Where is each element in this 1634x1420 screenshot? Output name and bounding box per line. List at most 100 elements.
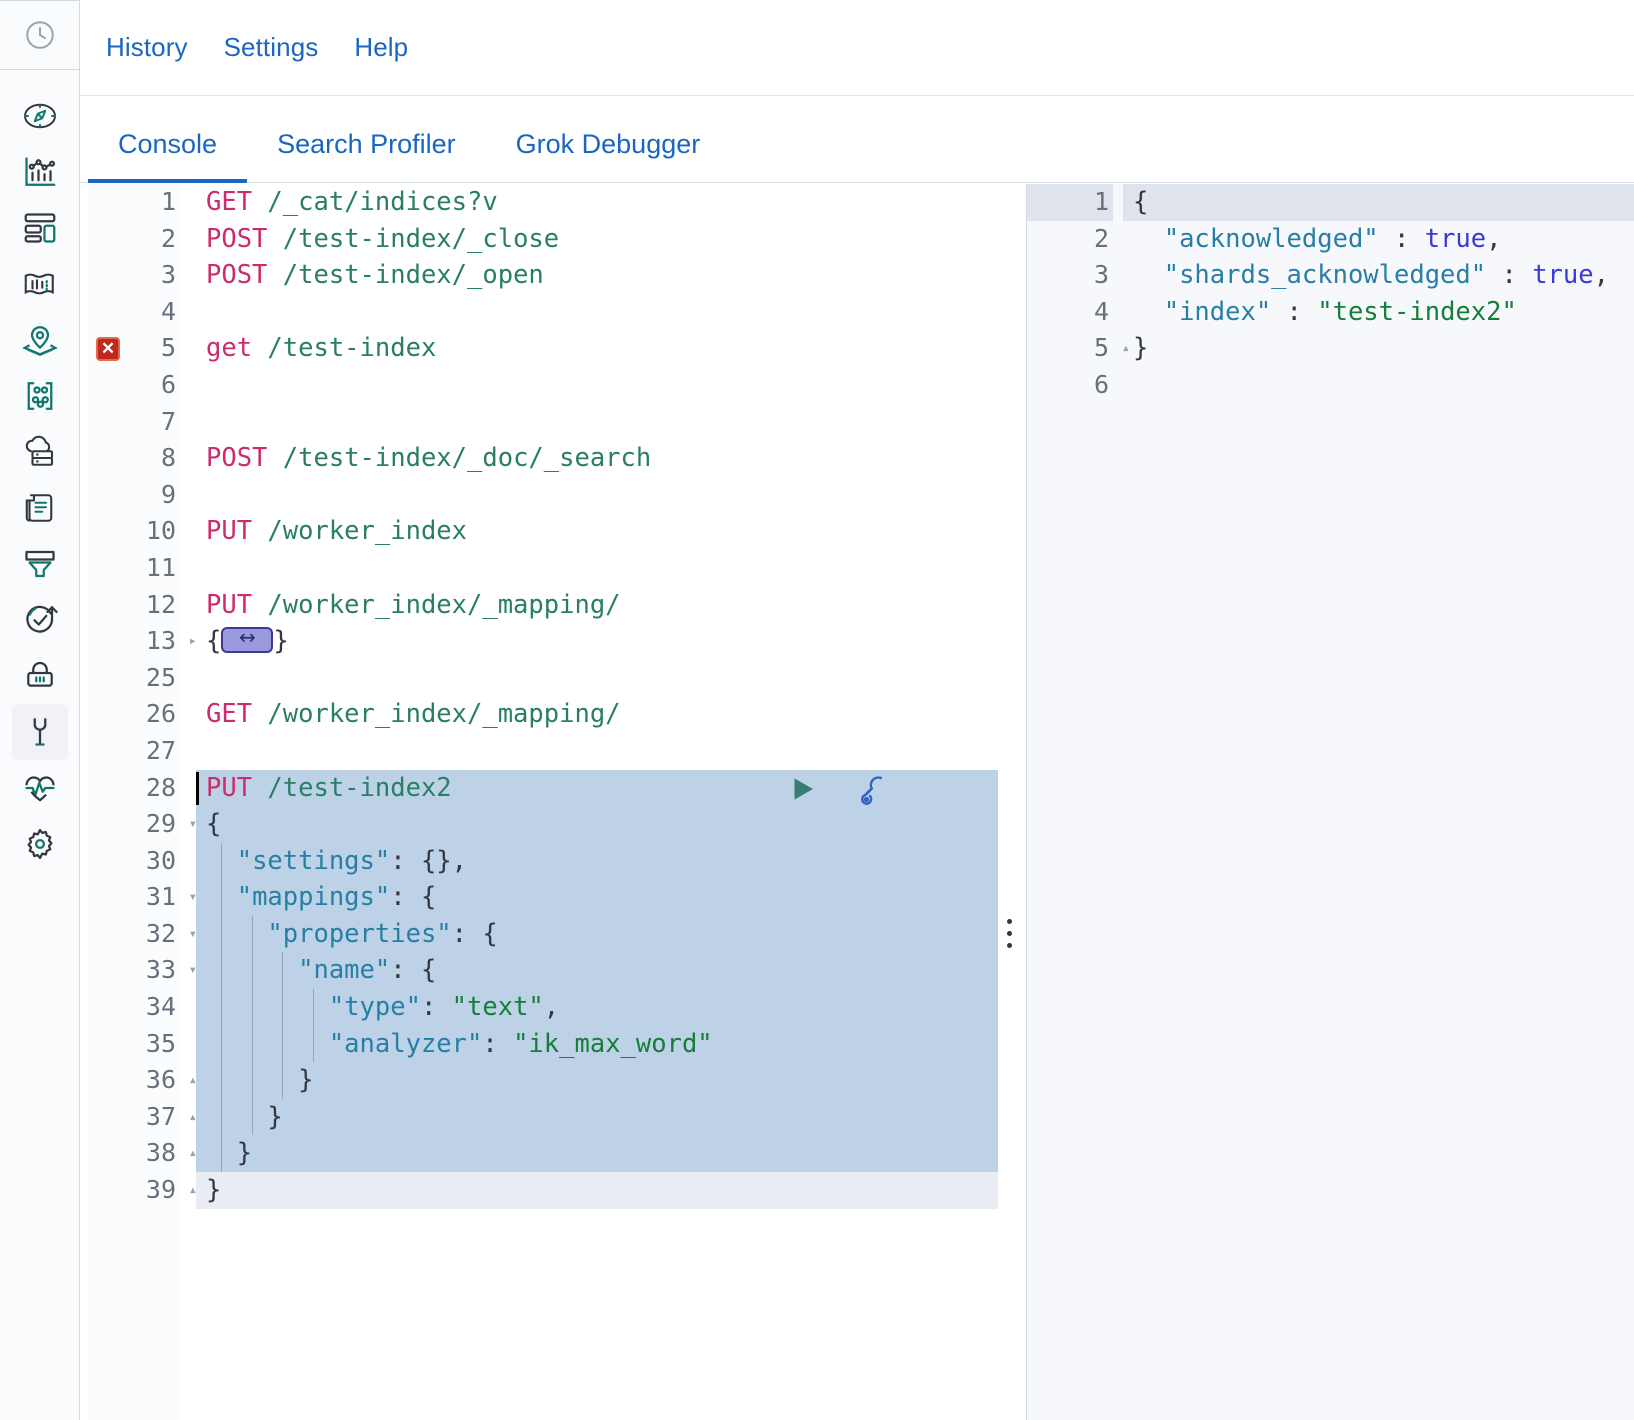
response-viewer-surface[interactable]: 1▾2 3 4 5▴6 { "acknowledged" : true, "shard… <box>1027 184 1634 1420</box>
gutter-line-3[interactable]: 3 <box>1027 257 1113 294</box>
gutter-line-28[interactable]: 28 <box>88 770 180 807</box>
gutter-line-25[interactable]: 25 <box>88 660 180 697</box>
code-line[interactable] <box>196 294 998 331</box>
response-viewer[interactable]: 1▾2 3 4 5▴6 { "acknowledged" : true, "shard… <box>1026 184 1634 1420</box>
code-line[interactable]: POST /test-index/_doc/_search <box>196 440 998 477</box>
request-editor[interactable]: 1 2 3 4 5 ✕ 6 7 8 9 10 11 12 13 ▸ 25 26 27 28 29 ▾ 30 31 ▾ 32 ▾ 33… <box>88 184 998 1420</box>
code-line[interactable]: "properties": { <box>196 915 998 953</box>
code-line[interactable]: GET /worker_index/_mapping/ <box>196 696 998 733</box>
fold-toggle-icon[interactable]: ▾ <box>181 952 197 989</box>
gutter-line-34[interactable]: 34 <box>88 989 180 1026</box>
code-line[interactable]: POST /test-index/_open <box>196 257 998 294</box>
gutter-line-10[interactable]: 10 <box>88 513 180 550</box>
visualize-icon[interactable] <box>12 144 68 200</box>
machine-learning-icon[interactable] <box>12 368 68 424</box>
gutter-line-13[interactable]: 13 ▸ <box>88 623 197 660</box>
gutter-line-12[interactable]: 12 <box>88 587 180 624</box>
code-line[interactable]: "type": "text", <box>196 989 998 1026</box>
gutter-line-29[interactable]: 29 ▾ <box>88 806 197 843</box>
gutter-line-33[interactable]: 33 ▾ <box>88 952 197 989</box>
tab-search-profiler[interactable]: Search Profiler <box>247 129 486 182</box>
gutter-line-1[interactable]: 1▾ <box>1027 184 1130 221</box>
code-line[interactable]: "mappings": { <box>196 879 998 916</box>
gutter-line-7[interactable]: 7 <box>88 404 180 441</box>
gutter-line-32[interactable]: 32 ▾ <box>88 916 197 953</box>
error-marker-icon[interactable]: ✕ <box>96 337 120 362</box>
code-line[interactable]: "settings": {}, <box>196 842 998 880</box>
code-line[interactable] <box>196 660 998 697</box>
fold-toggle-icon[interactable]: ▴ <box>181 1135 197 1172</box>
gutter-line-27[interactable]: 27 <box>88 733 180 770</box>
code-line[interactable] <box>196 477 998 514</box>
code-line[interactable]: "analyzer": "ik_max_word" <box>196 1025 998 1063</box>
gutter-line-4[interactable]: 4 <box>1027 294 1113 331</box>
code-line[interactable]: } <box>196 1135 998 1173</box>
gutter-line-36[interactable]: 36 ▴ <box>88 1062 197 1099</box>
tab-console[interactable]: Console <box>88 129 248 183</box>
gutter-line-35[interactable]: 35 <box>88 1026 180 1063</box>
gutter-line-37[interactable]: 37 ▴ <box>88 1099 197 1136</box>
discover-icon[interactable] <box>12 88 68 144</box>
fold-toggle-icon[interactable]: ▾ <box>181 916 197 953</box>
request-editor-code[interactable]: GET /_cat/indices?v POST /test-index/_clo… <box>196 184 998 1420</box>
dashboard-icon[interactable] <box>12 200 68 256</box>
tab-grok-debugger[interactable]: Grok Debugger <box>486 129 731 182</box>
uptime-icon[interactable] <box>12 592 68 648</box>
code-line[interactable]: } <box>196 1062 998 1099</box>
code-line[interactable]: POST /test-index/_close <box>196 221 998 258</box>
fold-toggle-icon[interactable]: ▾ <box>181 806 197 843</box>
menu-help[interactable]: Help <box>336 24 426 71</box>
code-line[interactable] <box>1123 367 1634 404</box>
code-line[interactable]: "acknowledged" : true, <box>1123 221 1634 258</box>
code-line[interactable]: { <box>196 806 998 843</box>
fold-toggle-icon[interactable]: ▸ <box>181 623 197 660</box>
resizer-grip-icon[interactable] <box>1007 919 1012 948</box>
gutter-line-6[interactable]: 6 <box>1027 367 1113 404</box>
menu-history[interactable]: History <box>88 24 206 71</box>
gutter-line-4[interactable]: 4 <box>88 294 180 331</box>
code-line[interactable]: } <box>1123 330 1634 367</box>
code-line[interactable]: "name": { <box>196 952 998 990</box>
gutter-line-6[interactable]: 6 <box>88 367 180 404</box>
gutter-line-38[interactable]: 38 ▴ <box>88 1135 197 1172</box>
gutter-line-8[interactable]: 8 <box>88 440 180 477</box>
fold-toggle-icon[interactable]: ▾ <box>181 879 197 916</box>
fold-toggle-icon[interactable]: ▴ <box>181 1099 197 1136</box>
security-icon[interactable] <box>12 648 68 704</box>
gutter-line-3[interactable]: 3 <box>88 257 180 294</box>
apm-icon[interactable] <box>12 536 68 592</box>
gutter-line-26[interactable]: 26 <box>88 696 180 733</box>
collapsed-block-widget[interactable] <box>221 624 274 654</box>
gutter-line-39[interactable]: 39 ▴ <box>88 1172 197 1209</box>
gutter-line-5[interactable]: 5 ✕ <box>88 330 180 367</box>
fold-toggle-icon[interactable]: ▴ <box>181 1172 197 1209</box>
gutter-line-5[interactable]: 5 ▴ <box>1027 330 1130 367</box>
code-line[interactable]: "index" : "test-index2" <box>1123 294 1634 331</box>
code-line[interactable]: PUT /test-index2 <box>196 769 998 807</box>
dev-tools-icon[interactable] <box>11 704 68 760</box>
fold-toggle-icon[interactable]: ▴ <box>181 1062 197 1099</box>
code-line[interactable]: } <box>196 1098 998 1136</box>
code-line[interactable]: { <box>1123 184 1634 221</box>
panel-resizer[interactable] <box>998 184 1026 1420</box>
code-line[interactable]: get /test-index <box>196 330 998 367</box>
logs-icon[interactable] <box>12 480 68 536</box>
code-line[interactable]: PUT /worker_index/_mapping/ <box>196 587 998 624</box>
infrastructure-icon[interactable] <box>12 424 68 480</box>
gutter-line-30[interactable]: 30 <box>88 843 180 880</box>
code-line[interactable]: PUT /worker_index <box>196 513 998 550</box>
code-line[interactable]: "shards_acknowledged" : true, <box>1123 257 1634 294</box>
request-editor-surface[interactable]: 1 2 3 4 5 ✕ 6 7 8 9 10 11 12 13 ▸ 25 26 27 28 29 ▾ 30 31 ▾ 32 ▾ 33… <box>88 184 998 1420</box>
gutter-line-11[interactable]: 11 <box>88 550 180 587</box>
gutter-line-1[interactable]: 1 <box>88 184 180 221</box>
monitoring-icon[interactable] <box>12 760 68 816</box>
request-editor-gutter[interactable]: 1 2 3 4 5 ✕ 6 7 8 9 10 11 12 13 ▸ 25 26 27 28 29 ▾ 30 31 ▾ 32 ▾ 33… <box>88 184 197 1420</box>
gutter-line-2[interactable]: 2 <box>1027 221 1113 258</box>
code-line[interactable] <box>196 404 998 441</box>
code-line[interactable]: {} <box>196 623 998 660</box>
gutter-line-9[interactable]: 9 <box>88 477 180 514</box>
code-line[interactable] <box>196 733 998 770</box>
gutter-line-31[interactable]: 31 ▾ <box>88 879 197 916</box>
management-icon[interactable] <box>12 816 68 872</box>
canvas-icon[interactable] <box>12 256 68 312</box>
